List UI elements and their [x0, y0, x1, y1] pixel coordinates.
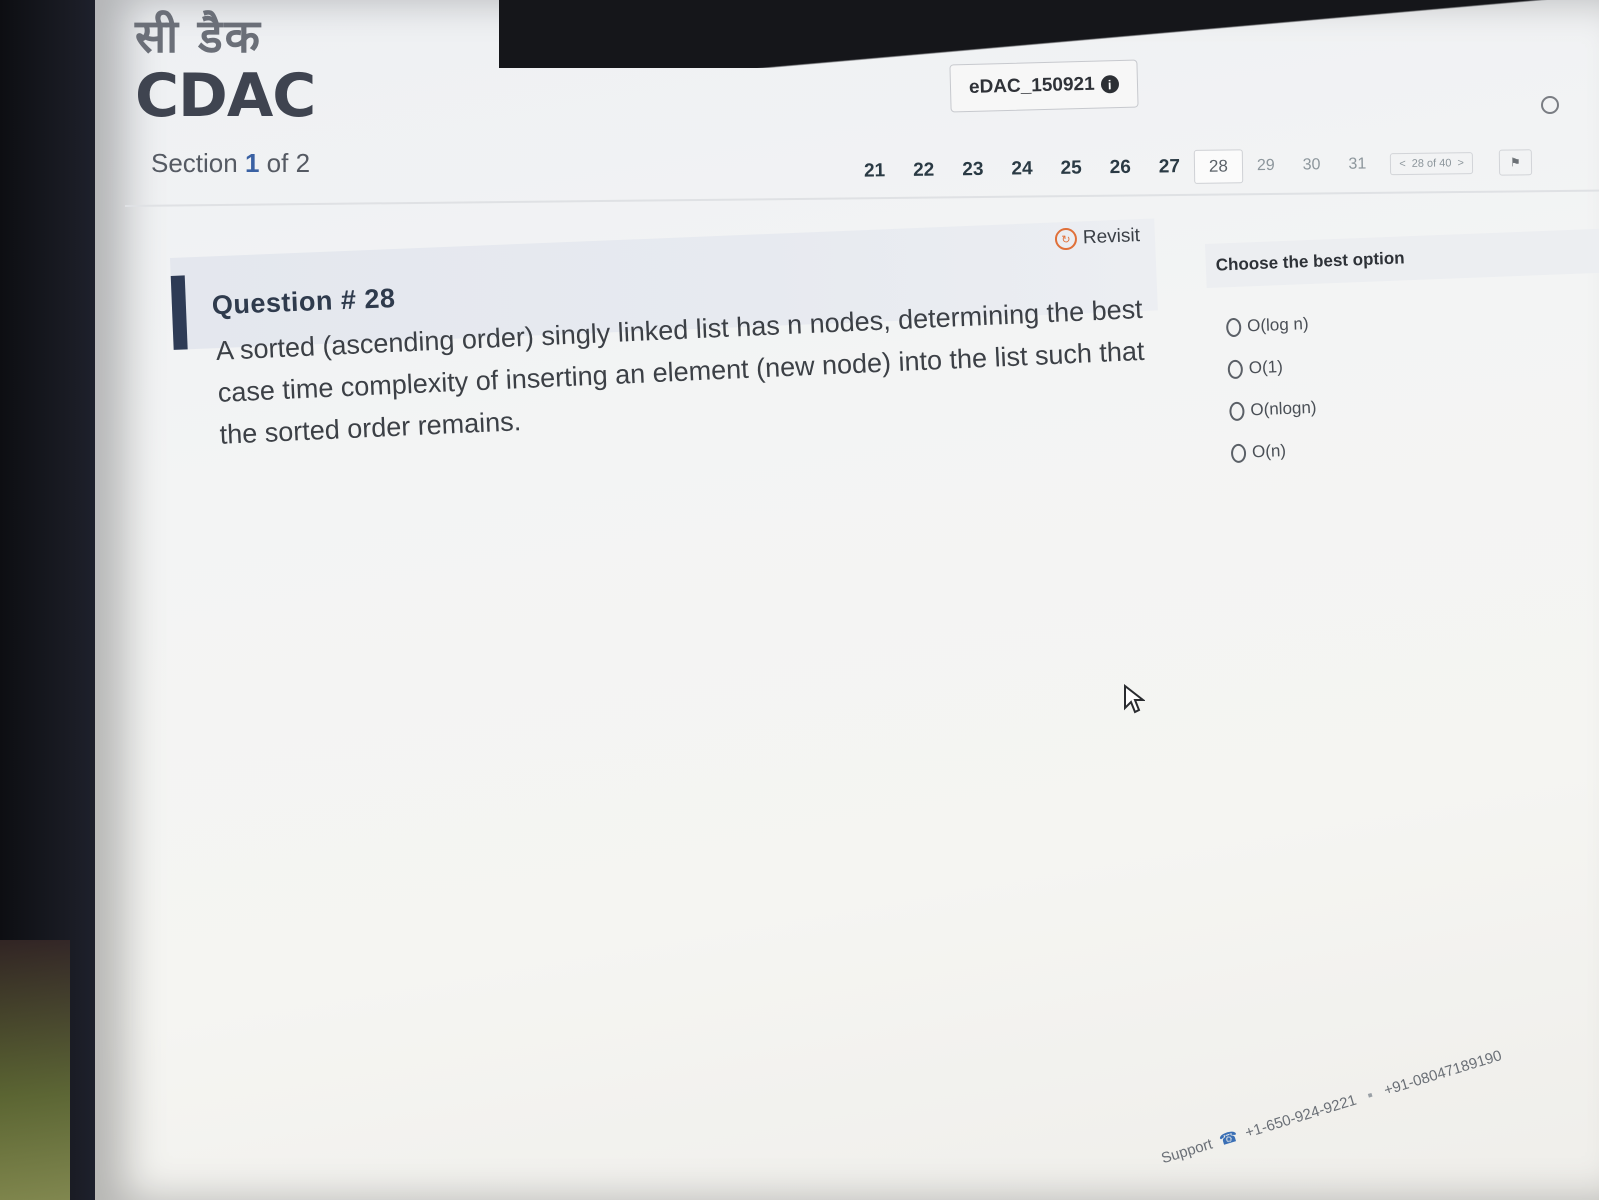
clock-icon — [1541, 96, 1559, 114]
footer-separator: ▪ — [1365, 1086, 1376, 1105]
pager-navigator: < 28 of 40 > — [1390, 152, 1474, 176]
logo-hindi-text: सी डैक — [135, 9, 262, 63]
option-item[interactable]: O(log n) — [1225, 302, 1599, 337]
options-heading: Choose the best option — [1205, 227, 1599, 288]
option-label: O(n) — [1251, 441, 1287, 462]
section-suffix: of 2 — [266, 148, 311, 178]
section-prefix: Section — [151, 148, 238, 178]
background-glow — [0, 940, 70, 1200]
option-item[interactable]: O(n) — [1230, 428, 1599, 463]
question-pager: 21 22 23 24 25 26 27 28 29 30 31 < 28 of… — [850, 145, 1532, 189]
support-label: Support — [1159, 1135, 1215, 1168]
pager-item[interactable]: 23 — [948, 153, 998, 188]
option-label: O(nlogn) — [1250, 397, 1317, 420]
logo-latin-text: CDAC — [135, 61, 316, 131]
radio-icon[interactable] — [1227, 359, 1244, 379]
option-item[interactable]: O(1) — [1227, 344, 1599, 379]
info-icon[interactable]: i — [1100, 75, 1119, 94]
pager-item-current[interactable]: 28 — [1193, 149, 1244, 184]
cdac-logo: सी डैक CDAC — [135, 8, 345, 128]
pager-item[interactable]: 21 — [850, 154, 900, 189]
pager-item[interactable]: 30 — [1288, 150, 1334, 181]
pager-next-button[interactable]: > — [1457, 157, 1464, 169]
pager-item[interactable]: 31 — [1334, 149, 1380, 180]
header-divider — [124, 189, 1599, 207]
radio-icon[interactable] — [1230, 443, 1247, 463]
option-label: O(1) — [1248, 357, 1284, 378]
pager-prev-button[interactable]: < — [1399, 158, 1406, 170]
flag-icon[interactable]: ⚑ — [1498, 149, 1532, 176]
pager-item[interactable]: 25 — [1046, 151, 1096, 186]
candidate-id-badge[interactable]: eDAC_150921 i — [949, 59, 1139, 113]
options-panel: Choose the best option O(log n) O(1) O(n… — [1205, 227, 1599, 464]
radio-icon[interactable] — [1229, 401, 1245, 421]
top-edge — [499, 0, 1599, 68]
cursor-icon — [1124, 684, 1145, 714]
phone-icon: ☎ — [1217, 1127, 1241, 1150]
revisit-label: Revisit — [1082, 225, 1141, 249]
section-indicator: Section 1 of 2 — [151, 148, 310, 179]
option-item[interactable]: O(nlogn) — [1229, 386, 1599, 421]
support-phone-1[interactable]: +1-650-924-9221 — [1243, 1092, 1358, 1142]
support-footer: Support ☎ +1-650-924-9221 ▪ +91-08047189… — [1159, 1046, 1504, 1168]
revisit-icon: ↻ — [1054, 227, 1078, 251]
option-label: O(log n) — [1246, 314, 1309, 336]
revisit-button[interactable]: ↻ Revisit — [1054, 225, 1141, 251]
pager-item[interactable]: 26 — [1095, 151, 1145, 186]
pager-item[interactable]: 27 — [1145, 150, 1195, 185]
candidate-id: eDAC_150921 — [968, 73, 1095, 98]
question-title: Question # 28 — [211, 283, 396, 321]
support-phone-2[interactable]: +91-08047189190 — [1382, 1047, 1504, 1099]
pager-item[interactable]: 24 — [997, 152, 1047, 187]
pager-item[interactable]: 29 — [1243, 151, 1289, 182]
question-accent-bar — [170, 275, 188, 350]
radio-icon[interactable] — [1225, 317, 1242, 337]
section-current: 1 — [244, 148, 260, 178]
pager-item[interactable]: 22 — [899, 153, 949, 188]
exam-screen: सी डैक CDAC Section 1 of 2 eDAC_150921 i… — [95, 0, 1599, 1200]
pager-position: 28 of 40 — [1411, 157, 1452, 170]
